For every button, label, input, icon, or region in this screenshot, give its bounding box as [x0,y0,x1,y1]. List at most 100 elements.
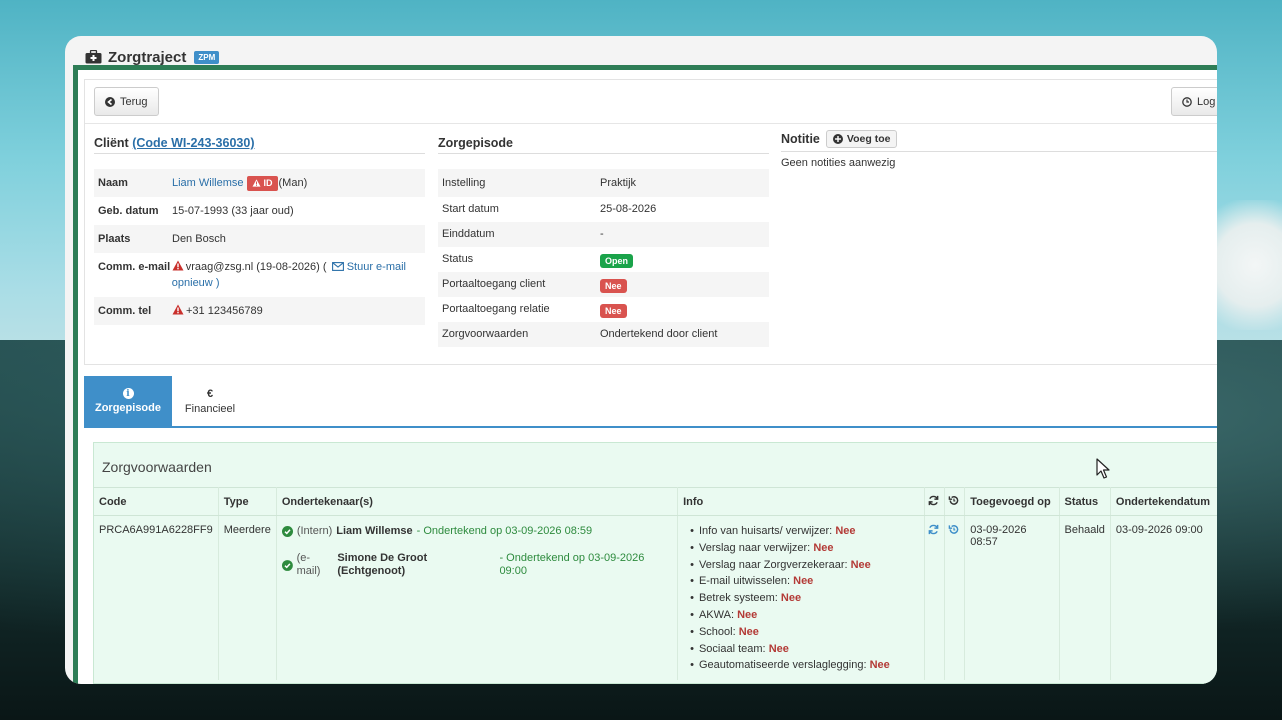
email-value: vraag@zsg.nl (19-08-2026) ( [185,261,327,273]
email-label: Comm. e-mail [98,261,171,273]
client-row-tel: Comm. tel +31 123456789 [94,297,425,325]
conditions-title: Zorgvoorwaarden [102,459,212,475]
notes-empty-text: Geen notities aanwezig [781,157,896,169]
episode-label: Start datum [442,203,499,215]
row-code: PRCA6A991A6228FF9 [94,515,219,681]
list-item: AKWA: Nee [690,607,919,624]
medkit-icon [85,50,102,64]
row-added: 03-09-2026 08:57 [964,515,1060,681]
refresh-icon[interactable] [928,524,939,535]
info-list: Info van huisarts/ verwijzer: Nee Versla… [690,523,919,674]
warning-icon [252,179,261,187]
episode-label: Portaaltoegang relatie [442,303,550,315]
signer-type: (Intern) [296,525,333,537]
col-status: Status [1059,487,1111,516]
signer-name: Simone De Groot (Echtgenoot) [337,552,428,577]
tab-financieel[interactable]: € Financieel [172,376,248,426]
history-icon[interactable] [948,524,959,535]
client-details: Naam Liam Willemse ID (Man) Geb. datum 1… [94,169,425,325]
check-circle-icon [281,526,293,537]
col-type: Type [218,487,277,516]
dob-label: Geb. datum [98,205,159,217]
episode-row: Einddatum - [438,222,769,247]
episode-value: Praktijk [600,177,637,189]
email-suffix: ) [215,277,220,289]
list-item: Betrek systeem: Nee [690,590,919,607]
row-type: Meerdere [218,515,277,681]
plus-circle-icon [832,134,843,144]
list-item: School: Nee [690,624,919,641]
log-button-label: Log [1197,95,1216,108]
client-row-email: Comm. e-mail vraag@zsg.nl (19-08-2026) (… [94,253,425,297]
app-window: Zorgtraject ZPM Terug Log Cliënt (Code W… [65,36,1217,684]
row-signed-date: 03-09-2026 09:00 [1115,524,1203,536]
add-note-button[interactable]: Voeg toe [825,130,898,148]
page-title: Zorgtraject [108,48,187,66]
episode-row: Portaaltoegang relatie Nee [438,297,769,322]
content-frame: Terug Log Cliënt (Code WI-243-36030) Naa… [73,65,1217,684]
tab-financieel-label: Financieel [184,402,236,415]
back-button-label: Terug [120,95,148,108]
notes-heading-label: Notitie [781,132,820,146]
client-heading-label: Cliënt [94,136,129,150]
info-icon: i [122,388,134,399]
gender-value: (Man) [278,177,308,189]
client-code-link[interactable]: (Code WI-243-36030) [132,136,254,150]
add-note-label: Voeg toe [846,133,891,145]
episode-row: Status Open [438,247,769,272]
list-item: Sociaal team: Nee [690,641,919,658]
col-code: Code [94,487,219,516]
episode-label: Einddatum [442,228,495,240]
id-badge-label: ID [263,178,273,188]
arrow-circle-left-icon [105,96,115,107]
warning-icon [172,304,184,315]
conditions-table: Code Type Ondertekenaar(s) Info Toegevoe… [94,487,1217,681]
id-warning-badge: ID [246,175,278,191]
signer-status: - Ondertekend op 03-09-2026 09:00 [499,552,645,577]
toolbar-divider [85,123,1217,124]
col-signed-date: Ondertekendatum [1110,487,1217,516]
episode-label: Zorgvoorwaarden [442,328,529,340]
client-row-plaats: Plaats Den Bosch [94,225,425,253]
col-info: Info [677,487,926,516]
episode-heading: Zorgepisode [438,136,769,154]
episode-row: Start datum 25-08-2026 [438,197,769,222]
signer-type: (e-mail) [296,552,321,577]
portal-client-badge: Nee [600,279,627,293]
list-item: E-mail uitwisselen: Nee [690,573,919,590]
signer-item: (e-mail) Simone De Groot (Echtgenoot) - … [281,552,672,578]
tel-label: Comm. tel [98,305,152,317]
notes-heading: Notitie Voeg toe [781,130,1217,152]
client-row-naam: Naam Liam Willemse ID (Man) [94,169,425,197]
row-refresh-cell [924,515,946,681]
log-button[interactable]: Log [1171,87,1217,116]
plaats-value: Den Bosch [172,233,226,245]
episode-details: Instelling Praktijk Start datum 25-08-2026… [438,169,769,347]
episode-value: - [600,228,604,240]
episode-row: Portaaltoegang client Nee [438,272,769,297]
clock-icon [1182,96,1192,107]
zpm-badge: ZPM [194,50,220,64]
list-item: Geautomatiseerde verslaglegging: Nee [690,657,919,674]
list-item: Verslag naar verwijzer: Nee [690,540,919,557]
table-header-row: Code Type Ondertekenaar(s) Info Toegevoe… [94,487,1217,516]
episode-row: Zorgvoorwaarden Ondertekend door client [438,322,769,347]
naam-label: Naam [98,177,128,189]
client-name-link[interactable]: Liam Willemse [172,175,244,191]
envelope-icon [331,262,344,271]
table-row: PRCA6A991A6228FF9 Meerdere (Intern) Liam… [94,515,1217,681]
row-signers: (Intern) Liam Willemse - Ondertekend op … [276,515,679,681]
episode-value: 25-08-2026 [600,203,657,215]
history-icon [949,495,959,505]
episode-label: Status [442,253,474,265]
signer-item: (Intern) Liam Willemse - Ondertekend op … [281,525,672,538]
warning-icon [172,260,184,271]
col-history [944,487,966,516]
client-heading: Cliënt (Code WI-243-36030) [94,136,425,154]
tab-zorgepisode[interactable]: i Zorgepisode [84,376,172,426]
episode-label: Portaaltoegang client [442,278,546,290]
back-button[interactable]: Terug [94,87,159,116]
list-item: Verslag naar Zorgverzekeraar: Nee [690,557,919,574]
content-area: Terug Log Cliënt (Code WI-243-36030) Naa… [78,70,1217,684]
window-title-bar: Zorgtraject ZPM [85,48,220,66]
